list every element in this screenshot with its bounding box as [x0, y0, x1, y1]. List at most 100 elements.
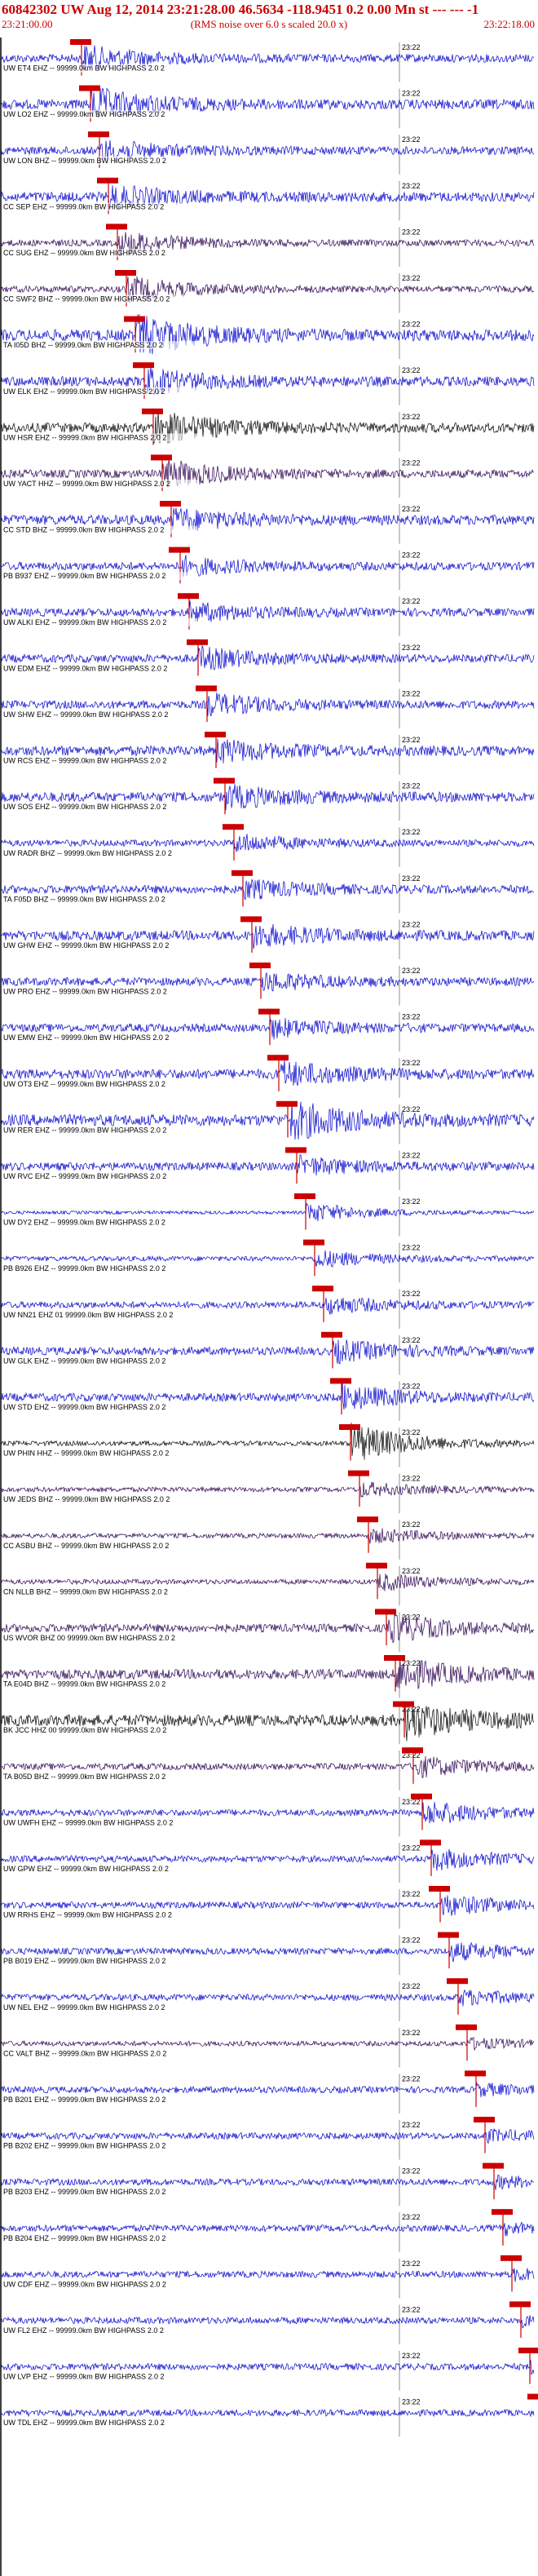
pick-marker — [258, 1008, 280, 1015]
station-label: TA E04D BHZ -- 99999.0km BW HIGHPASS 2.0… — [3, 1680, 165, 1689]
station-label: UW PHIN HHZ -- 99999.0km BW HIGHPASS 2.0… — [3, 1450, 169, 1458]
pick-marker — [285, 1147, 306, 1153]
station-trace: 23:22 UW NEL EHZ -- 99999.0km BW HIGHPASS… — [1, 1978, 535, 2021]
minute-label: 23:22 — [402, 2074, 421, 2082]
pick-marker — [133, 362, 154, 369]
station-label: UW LVP EHZ -- 99999.0km BW HIGHPASS 2.0 … — [3, 2373, 165, 2381]
station-label: UW DY2 EHZ -- 99999.0km BW HIGHPASS 2.0 … — [3, 1219, 165, 1227]
pick-marker — [518, 2348, 538, 2353]
station-trace: 23:22 TA F05D BHZ -- 99999.0km BW HIGHPAS… — [1, 870, 535, 914]
pick-marker — [97, 177, 118, 184]
station-trace: 23:22 UW GPW EHZ -- 99999.0km BW HIGHPASS… — [1, 1839, 535, 1883]
station-trace: 23:22 PB B937 EHZ -- 99999.0km BW HIGHPAS… — [1, 547, 535, 591]
pick-marker — [196, 685, 217, 692]
station-label: TA F05D BHZ -- 99999.0km BW HIGHPASS 2.0… — [3, 895, 165, 903]
minute-label: 23:22 — [402, 1843, 421, 1852]
minute-label: 23:22 — [402, 1428, 421, 1436]
minute-label: 23:22 — [402, 644, 421, 652]
seismogram-plot: 23:22 UW ET4 EHZ -- 99999.0km BW HIGHPASS… — [0, 38, 538, 2576]
station-label: PB B937 EHZ -- 99999.0km BW HIGHPASS 2.0… — [3, 572, 165, 580]
station-label: UW RCS EHZ -- 99999.0km BW HIGHPASS 2.0 … — [3, 757, 166, 765]
pick-marker — [79, 85, 100, 91]
station-trace: 23:22TA B05D BHZ -- 99999.0km BW HIGHPAS… — [1, 1747, 535, 1790]
station-trace: 23:22 CC SUG EHZ -- 99999.0km BW HIGHPASS… — [1, 224, 535, 267]
station-label: PB B019 EHZ -- 99999.0km BW HIGHPASS 2.0… — [3, 1957, 165, 1965]
station-label: UW OT3 EHZ -- 99999.0km BW HIGHPASS 2.0 … — [3, 1080, 165, 1088]
station-label: BK JCC HHZ 00 99999.0km BW HIGHPASS 2.0 … — [3, 1726, 166, 1734]
pick-marker — [411, 1793, 432, 1799]
minute-label: 23:22 — [402, 1890, 421, 1898]
station-label: PB B204 EHZ -- 99999.0km BW HIGHPASS 2.0… — [3, 2234, 165, 2242]
minute-label: 23:22 — [402, 2260, 421, 2268]
pick-marker — [187, 639, 208, 645]
minute-label: 23:22 — [402, 2167, 421, 2175]
station-label: PB B203 EHZ -- 99999.0km BW HIGHPASS 2.0… — [3, 2188, 165, 2196]
pick-marker — [214, 777, 235, 784]
station-trace: 23:22 PB B204 EHZ -- 99999.0km BW HIGHPAS… — [1, 2209, 535, 2252]
station-trace: 23:22 UW ALKI EHZ -- 99999.0km BW HIGHPAS… — [1, 593, 535, 636]
station-trace: 23:22 CC VALT BHZ -- 99999.0km BW HIGHPAS… — [1, 2024, 535, 2068]
station-label: UW TDL EHZ -- 99999.0km BW HIGHPASS 2.0 … — [3, 2419, 165, 2427]
station-label: UW ET4 EHZ -- 99999.0km BW HIGHPASS 2.0 … — [3, 64, 165, 73]
station-trace: 23:22 CN NLLB BHZ -- 99999.0km BW HIGHPAS… — [1, 1562, 535, 1606]
station-label: UW RADR BHZ -- 99999.0km BW HIGHPASS 2.0… — [3, 849, 172, 857]
station-label: CN NLLB BHZ -- 99999.0km BW HIGHPASS 2.0… — [3, 1587, 168, 1596]
station-trace: 23:22 UW RCS EHZ -- 99999.0km BW HIGHPASS… — [1, 732, 535, 775]
station-label: UW SHW EHZ -- 99999.0km BW HIGHPASS 2.0 … — [3, 710, 168, 719]
station-label: UW ALKI EHZ -- 99999.0km BW HIGHPASS 2.0… — [3, 618, 166, 626]
minute-label: 23:22 — [402, 2352, 421, 2360]
station-trace: 23:22 UW FL2 EHZ -- 99999.0km BW HIGHPASS… — [1, 2301, 535, 2344]
station-trace: 23:22 UW ELK EHZ -- 99999.0km BW HIGHPASS… — [1, 362, 535, 405]
station-label: UW SOS EHZ -- 99999.0km BW HIGHPASS 2.0 … — [3, 803, 166, 811]
pick-marker — [527, 2393, 538, 2400]
pick-marker — [232, 870, 253, 876]
station-label: CC STD BHZ -- 99999.0km BW HIGHPASS 2.0 … — [3, 526, 164, 534]
pick-marker — [429, 1886, 450, 1892]
station-label: PB B201 EHZ -- 99999.0km BW HIGHPASS 2.0… — [3, 2096, 165, 2104]
minute-label: 23:22 — [402, 597, 421, 605]
pick-marker — [492, 2209, 513, 2215]
station-trace: 23:22 UW YACT HHZ -- 99999.0km BW HIGHPAS… — [1, 454, 535, 498]
plot-header: 60842302 UW Aug 12, 2014 23:21:28.00 46.… — [0, 0, 538, 36]
station-trace: 23:22 CC SWF2 BHZ -- 99999.0km BW HIGHPAS… — [1, 270, 534, 313]
pick-marker — [240, 916, 262, 923]
waveform — [1, 2037, 535, 2051]
pick-marker — [501, 2255, 522, 2261]
station-label: CC VALT BHZ -- 99999.0km BW HIGHPASS 2.0… — [3, 2049, 166, 2057]
minute-label: 23:22 — [402, 366, 421, 374]
station-trace: 23:22 UW LO2 EHZ -- 99999.0km BW HIGHPASS… — [1, 85, 535, 129]
minute-label: 23:22 — [402, 1059, 421, 1067]
station-label: PB B926 EHZ -- 99999.0km BW HIGHPASS 2.0… — [3, 1264, 165, 1273]
minute-label: 23:22 — [402, 1290, 421, 1298]
minute-label: 23:22 — [402, 2213, 421, 2221]
pick-marker — [357, 1516, 378, 1523]
pick-marker — [160, 501, 181, 507]
minute-label: 23:22 — [402, 1567, 421, 1575]
pick-marker — [420, 1839, 441, 1846]
station-trace: 23:22 UW HSR EHZ -- 99999.0km BW HIGHPASS… — [1, 408, 535, 452]
pick-marker — [348, 1470, 369, 1476]
minute-label: 23:22 — [402, 551, 421, 560]
minute-label: 23:22 — [402, 1336, 421, 1344]
minute-label: 23:22 — [402, 1105, 421, 1113]
pick-marker — [249, 963, 271, 968]
station-label: UW EDM EHZ -- 99999.0km BW HIGHPASS 2.0 … — [3, 664, 167, 672]
pick-marker — [294, 1193, 315, 1199]
pick-marker — [312, 1286, 333, 1292]
minute-label: 23:22 — [402, 505, 421, 513]
station-trace: 23:22UW UWFH EHZ -- 99999.0km BW HIGHPAS… — [1, 1793, 535, 1837]
minute-label: 23:22 — [402, 1520, 421, 1529]
station-trace: 23:22 UW TDL EHZ -- 99999.0km BW HIGHPASS… — [1, 2393, 538, 2437]
pick-marker — [88, 131, 109, 138]
minute-label: 23:22 — [402, 1244, 421, 1252]
station-trace: 23:22 UW ET4 EHZ -- 99999.0km BW HIGHPASS… — [1, 39, 535, 82]
pick-marker — [474, 2117, 495, 2122]
minute-label: 23:22 — [402, 828, 421, 836]
station-trace: 23:22TA E04D BHZ -- 99999.0km BW HIGHPAS… — [1, 1655, 535, 1698]
station-trace: 23:22 PB B201 EHZ -- 99999.0km BW HIGHPAS… — [1, 2070, 535, 2113]
minute-label: 23:22 — [402, 736, 421, 744]
station-label: UW LON BHZ -- 99999.0km BW HIGHPASS 2.0 … — [3, 157, 166, 165]
minute-label: 23:22 — [402, 228, 421, 236]
minute-label: 23:22 — [402, 1613, 421, 1621]
pick-marker — [330, 1378, 351, 1384]
